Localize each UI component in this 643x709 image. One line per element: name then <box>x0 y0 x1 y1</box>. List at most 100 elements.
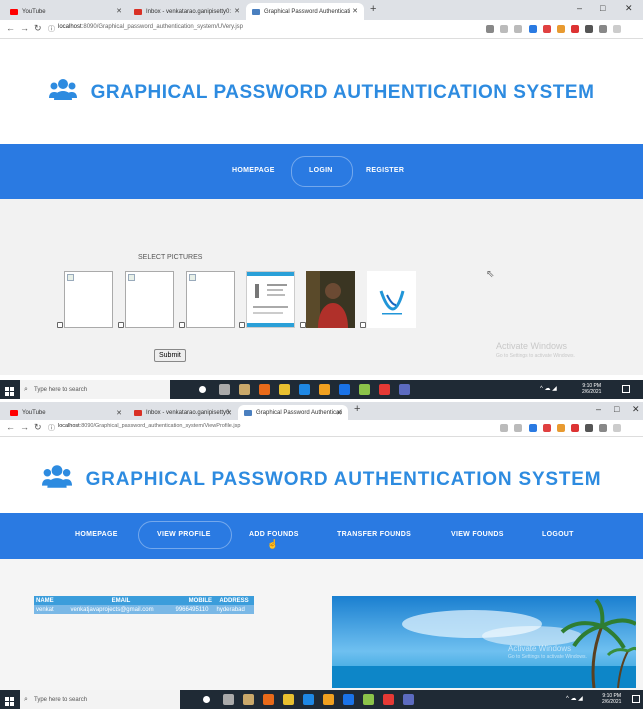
profile-icon[interactable] <box>613 424 621 432</box>
close-icon[interactable]: ✕ <box>352 7 358 15</box>
taskbar-search[interactable]: ⌕ Type here to search <box>20 380 170 399</box>
info-icon[interactable]: ⓘ <box>48 423 55 433</box>
taskbar-clock[interactable]: 9:10 PM 2/6/2021 <box>582 383 601 395</box>
picture-checkbox[interactable] <box>179 322 185 328</box>
chrome-icon[interactable] <box>339 384 350 395</box>
nav-add-founds[interactable]: ADD FOUNDS <box>249 531 299 538</box>
file-explorer-icon[interactable] <box>279 384 290 395</box>
mail-icon[interactable] <box>299 384 310 395</box>
minimize-button[interactable]: – <box>577 3 582 13</box>
taskbar-clock[interactable]: 9:10 PM 2/6/2021 <box>602 693 621 705</box>
extension-icon[interactable] <box>557 424 565 432</box>
nav-view-founds[interactable]: VIEW FOUNDS <box>451 531 504 538</box>
close-icon[interactable]: ✕ <box>336 409 342 417</box>
maximize-button[interactable]: □ <box>600 3 605 13</box>
app-icon[interactable] <box>323 694 334 705</box>
task-view-icon[interactable] <box>219 384 230 395</box>
minimize-button[interactable]: – <box>596 404 601 414</box>
pdf-icon[interactable] <box>571 424 579 432</box>
windows-start-icon[interactable] <box>5 694 15 706</box>
info-icon[interactable]: ⓘ <box>48 24 55 34</box>
cortana-icon[interactable] <box>203 696 210 703</box>
task-view-icon[interactable] <box>223 694 234 705</box>
cortana-icon[interactable] <box>199 386 206 393</box>
app-icon[interactable] <box>383 694 394 705</box>
close-icon[interactable]: ✕ <box>116 7 122 15</box>
system-tray-icons[interactable]: ^ ☁ ◢ <box>540 385 557 392</box>
picture-option-logo[interactable] <box>367 271 416 328</box>
picture-checkbox[interactable] <box>118 322 124 328</box>
reading-list-icon[interactable] <box>599 424 607 432</box>
windows-start-icon[interactable] <box>5 384 15 396</box>
zoom-icon[interactable] <box>500 424 508 432</box>
submit-button[interactable]: Submit <box>154 349 186 362</box>
url-field[interactable]: localhost:8090/Graphical_password_authen… <box>58 423 240 429</box>
picture-option-person[interactable] <box>306 271 355 328</box>
reading-list-icon[interactable] <box>599 25 607 33</box>
new-tab-button[interactable]: + <box>354 403 360 415</box>
app-icon[interactable] <box>403 694 414 705</box>
picture-checkbox[interactable] <box>239 322 245 328</box>
tab-youtube[interactable]: YouTube ✕ <box>4 405 128 420</box>
nav-homepage[interactable]: HOMEPAGE <box>232 167 275 174</box>
star-icon[interactable] <box>514 25 522 33</box>
taskbar-search[interactable]: ⌕ Type here to search <box>20 690 180 709</box>
nav-transfer-founds[interactable]: TRANSFER FOUNDS <box>337 531 411 538</box>
key-icon[interactable] <box>486 25 494 33</box>
new-tab-button[interactable]: + <box>370 3 376 15</box>
url-field[interactable]: localhost:8090/Graphical_password_authen… <box>58 24 243 30</box>
nav-login[interactable]: LOGIN <box>309 167 333 174</box>
notifications-icon[interactable] <box>622 385 630 393</box>
picture-option[interactable] <box>125 271 174 328</box>
zoom-icon[interactable] <box>500 25 508 33</box>
puzzle-icon[interactable] <box>585 424 593 432</box>
firefox-icon[interactable] <box>259 384 270 395</box>
app-icon[interactable] <box>363 694 374 705</box>
picture-option[interactable] <box>186 271 235 328</box>
extension-icon[interactable] <box>543 25 551 33</box>
app-icon[interactable] <box>319 384 330 395</box>
extension-icon[interactable] <box>557 25 565 33</box>
tab-graphical-password[interactable]: Graphical Password Authenticati ✕ <box>246 3 364 20</box>
picture-checkbox[interactable] <box>360 322 366 328</box>
store-icon[interactable] <box>239 384 250 395</box>
tab-graphical-password[interactable]: Graphical Password Authenticati ✕ <box>238 405 348 420</box>
mail-icon[interactable] <box>303 694 314 705</box>
extension-icon[interactable] <box>529 25 537 33</box>
close-window-button[interactable]: ✕ <box>632 404 640 415</box>
file-explorer-icon[interactable] <box>283 694 294 705</box>
app-icon[interactable] <box>359 384 370 395</box>
forward-arrow-icon[interactable]: → <box>20 23 29 33</box>
back-arrow-icon[interactable]: ← <box>6 23 15 33</box>
extension-icon[interactable] <box>529 424 537 432</box>
picture-checkbox[interactable] <box>57 322 63 328</box>
back-arrow-icon[interactable]: ← <box>6 422 15 432</box>
close-icon[interactable]: ✕ <box>226 409 232 417</box>
picture-option-document[interactable] <box>246 271 295 328</box>
chrome-icon[interactable] <box>343 694 354 705</box>
reload-icon[interactable]: ↻ <box>34 23 42 34</box>
tab-inbox[interactable]: Inbox - venkatarao.ganipisetty0: ✕ <box>128 405 238 420</box>
pdf-icon[interactable] <box>571 25 579 33</box>
close-icon[interactable]: ✕ <box>234 7 240 15</box>
store-icon[interactable] <box>243 694 254 705</box>
close-window-button[interactable]: ✕ <box>625 3 633 14</box>
firefox-icon[interactable] <box>263 694 274 705</box>
puzzle-icon[interactable] <box>585 25 593 33</box>
app-icon[interactable] <box>379 384 390 395</box>
nav-homepage[interactable]: HOMEPAGE <box>75 531 118 538</box>
nav-view-profile[interactable]: VIEW PROFILE <box>157 531 211 538</box>
extension-icon[interactable] <box>543 424 551 432</box>
star-icon[interactable] <box>514 424 522 432</box>
close-icon[interactable]: ✕ <box>116 409 122 417</box>
system-tray-icons[interactable]: ^ ☁ ◢ <box>566 695 583 702</box>
nav-logout[interactable]: LOGOUT <box>542 531 574 538</box>
nav-register[interactable]: REGISTER <box>366 167 404 174</box>
tab-youtube[interactable]: YouTube ✕ <box>4 3 128 20</box>
reload-icon[interactable]: ↻ <box>34 422 42 433</box>
forward-arrow-icon[interactable]: → <box>20 422 29 432</box>
picture-checkbox[interactable] <box>300 322 306 328</box>
notifications-icon[interactable] <box>632 695 640 703</box>
profile-icon[interactable] <box>613 25 621 33</box>
maximize-button[interactable]: □ <box>614 404 619 414</box>
